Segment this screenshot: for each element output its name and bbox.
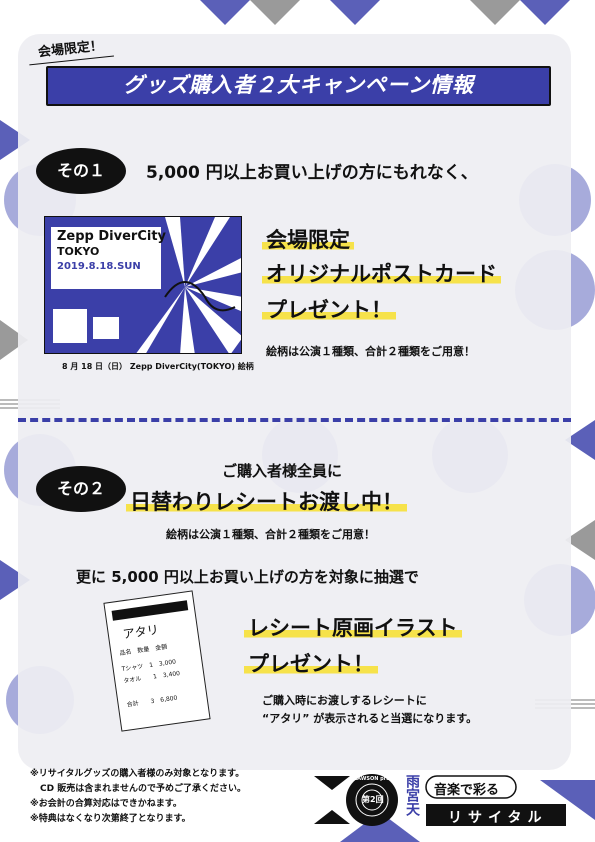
note-4: ※特典はなくなり次第終了となります。: [30, 814, 191, 824]
note-3: ※お会計の合算対応はできかねます。: [30, 799, 182, 809]
prize-line-2: プレゼント！: [244, 648, 378, 678]
logo-tagline: 音楽で彩る: [434, 783, 500, 798]
prize-detail-2: “アタリ” が表示されると当選になります。: [262, 712, 478, 725]
section1-note: 絵柄は公演１種類、合計２種類をご用意！: [266, 345, 475, 358]
note-1: ※リサイタルグッズの購入者様のみ対象となります。: [30, 769, 245, 779]
section2-lead: ご購入者様全員に: [222, 462, 343, 480]
section1-headline-1: 会場限定: [262, 224, 354, 254]
prize-detail-1: ご購入時にお渡しするレシートに: [262, 694, 427, 707]
note-2: CD 販売は含まれませんので予めご了承ください。: [40, 784, 246, 794]
receipt-total: 合計 3 6,800: [126, 694, 178, 709]
postcard-date: 2019.8.18.SUN: [57, 261, 141, 272]
section1-lead: 5,000 円以上お買い上げの方にもれなく、: [146, 163, 478, 183]
section1-headline-2: オリジナルポストカード: [262, 258, 501, 288]
section2-note: 絵柄は公演１種類、合計２種類をご用意！: [166, 528, 375, 541]
section-divider: [18, 418, 571, 422]
recital-logo: LAWSON presents 第2回 雨宮天 音楽で彩る リサイタル: [310, 770, 572, 830]
postcard-image: Zepp DiverCity TOKYO 2019.8.18.SUN: [44, 216, 242, 354]
postcard-caption: 8 月 18 日（日） Zepp DiverCity(TOKYO) 絵柄: [62, 362, 254, 371]
logo-word: リサイタル: [448, 810, 548, 826]
receipt-logo-bar: [111, 600, 189, 621]
prize-line-1: レシート原画イラスト: [244, 612, 462, 642]
section1-badge: その１: [36, 148, 126, 194]
section1-headline-3: プレゼント！: [262, 294, 396, 324]
postcard-title: Zepp DiverCity: [57, 229, 167, 244]
section2-sublead: 更に 5,000 円以上お買い上げの方を対象に抽選で: [76, 568, 419, 586]
logo-edition: 第2回: [362, 795, 384, 804]
receipt-title: アタリ: [122, 622, 160, 642]
logo-sponsor: LAWSON presents: [354, 776, 405, 782]
page-title: グッズ購入者２大キャンペーン情報: [46, 66, 551, 106]
section2-headline: 日替わりレシートお渡し中！: [126, 486, 407, 516]
receipt-image: アタリ 品名 数量 金額 Tシャツ 1 3,000 タオル 1 3,400 合計…: [103, 590, 211, 732]
postcard-subtitle: TOKYO: [57, 245, 100, 258]
receipt-header: 品名 数量 金額: [119, 643, 168, 658]
section2-badge: その２: [36, 466, 126, 512]
logo-artist: 雨宮天: [404, 774, 420, 816]
footer-notes: ※リサイタルグッズの購入者様のみ対象となります。 CD 販売は含まれませんので予…: [30, 767, 246, 827]
